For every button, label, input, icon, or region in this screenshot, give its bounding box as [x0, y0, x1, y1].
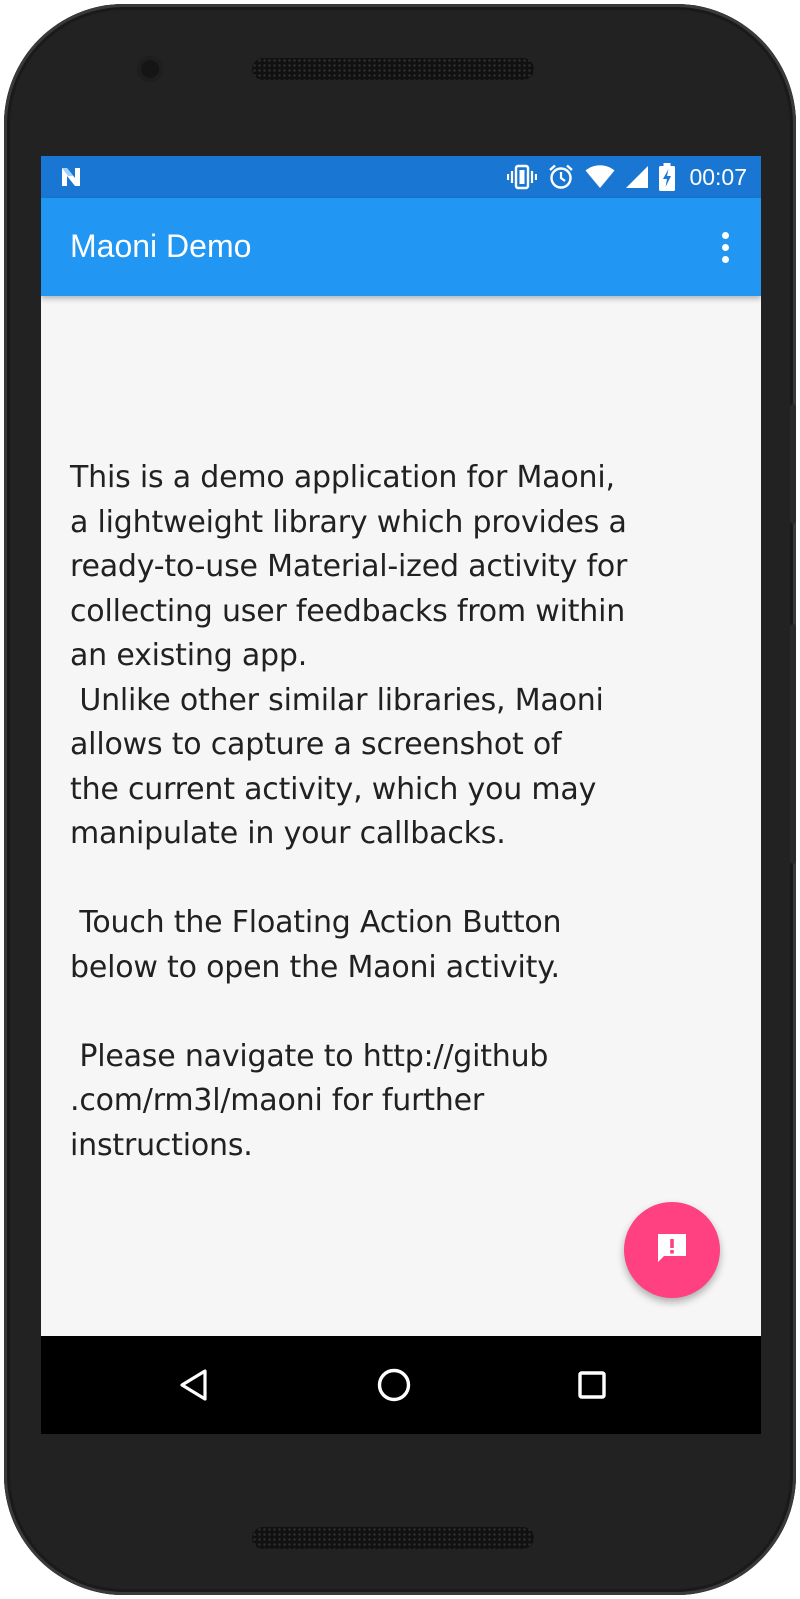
top-speaker-grille [252, 58, 534, 80]
more-vert-icon[interactable] [703, 223, 747, 271]
vibrate-icon [507, 164, 538, 190]
home-icon[interactable] [364, 1355, 424, 1415]
power-button[interactable] [790, 404, 796, 524]
cell-signal-icon [625, 165, 649, 189]
front-camera [137, 56, 163, 82]
main-content: This is a demo application for Maoni, a … [41, 296, 761, 1336]
bottom-speaker-grille [252, 1527, 534, 1549]
status-icons: 00:07 [507, 156, 747, 198]
navigation-bar [41, 1336, 761, 1434]
status-bar: 00:07 [41, 156, 761, 198]
back-icon[interactable] [165, 1355, 225, 1415]
n-icon [59, 165, 83, 189]
status-time: 00:07 [689, 163, 747, 190]
wifi-icon [585, 165, 615, 189]
phone-frame: 00:07 Maoni Demo This is a demo applicat… [4, 4, 796, 1595]
volume-rocker[interactable] [790, 624, 796, 864]
feedback-fab-button[interactable] [624, 1202, 720, 1298]
description-text: This is a demo application for Maoni, a … [70, 460, 628, 1163]
battery-charging-icon [659, 163, 676, 191]
alarm-icon [547, 163, 575, 191]
app-title: Maoni Demo [70, 228, 252, 264]
screen: 00:07 Maoni Demo This is a demo applicat… [41, 156, 761, 1434]
recents-icon[interactable] [562, 1355, 622, 1415]
app-bar: Maoni Demo [41, 198, 761, 296]
feedback-icon [654, 1230, 690, 1271]
